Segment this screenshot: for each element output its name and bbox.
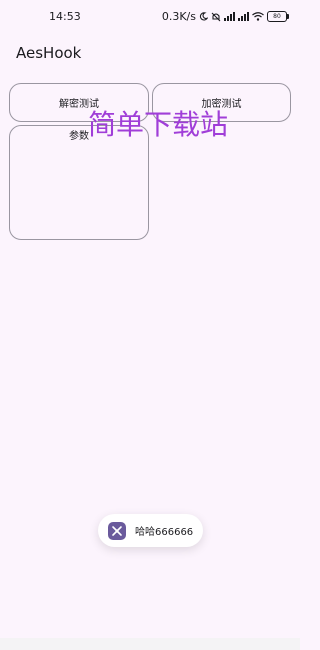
moon-icon [199, 12, 208, 21]
signal-icon [238, 12, 249, 21]
status-bar: 14:53 0.3K/s 80 [0, 0, 300, 34]
status-time: 14:53 [49, 10, 81, 23]
wifi-icon [252, 12, 264, 21]
app-icon [108, 521, 126, 540]
signal-icon [224, 12, 235, 21]
watermark-text: 简单下载站 [88, 108, 229, 141]
app-title: AesHook [16, 44, 82, 62]
network-speed: 0.3K/s [161, 10, 196, 23]
toast-message: 哈哈666666 [98, 514, 203, 547]
status-icons: 0.3K/s 80 [161, 10, 289, 23]
navigation-bar [0, 638, 300, 650]
mute-icon [211, 12, 221, 21]
battery-icon: 80 [267, 11, 289, 22]
toast-text: 哈哈666666 [135, 527, 194, 538]
